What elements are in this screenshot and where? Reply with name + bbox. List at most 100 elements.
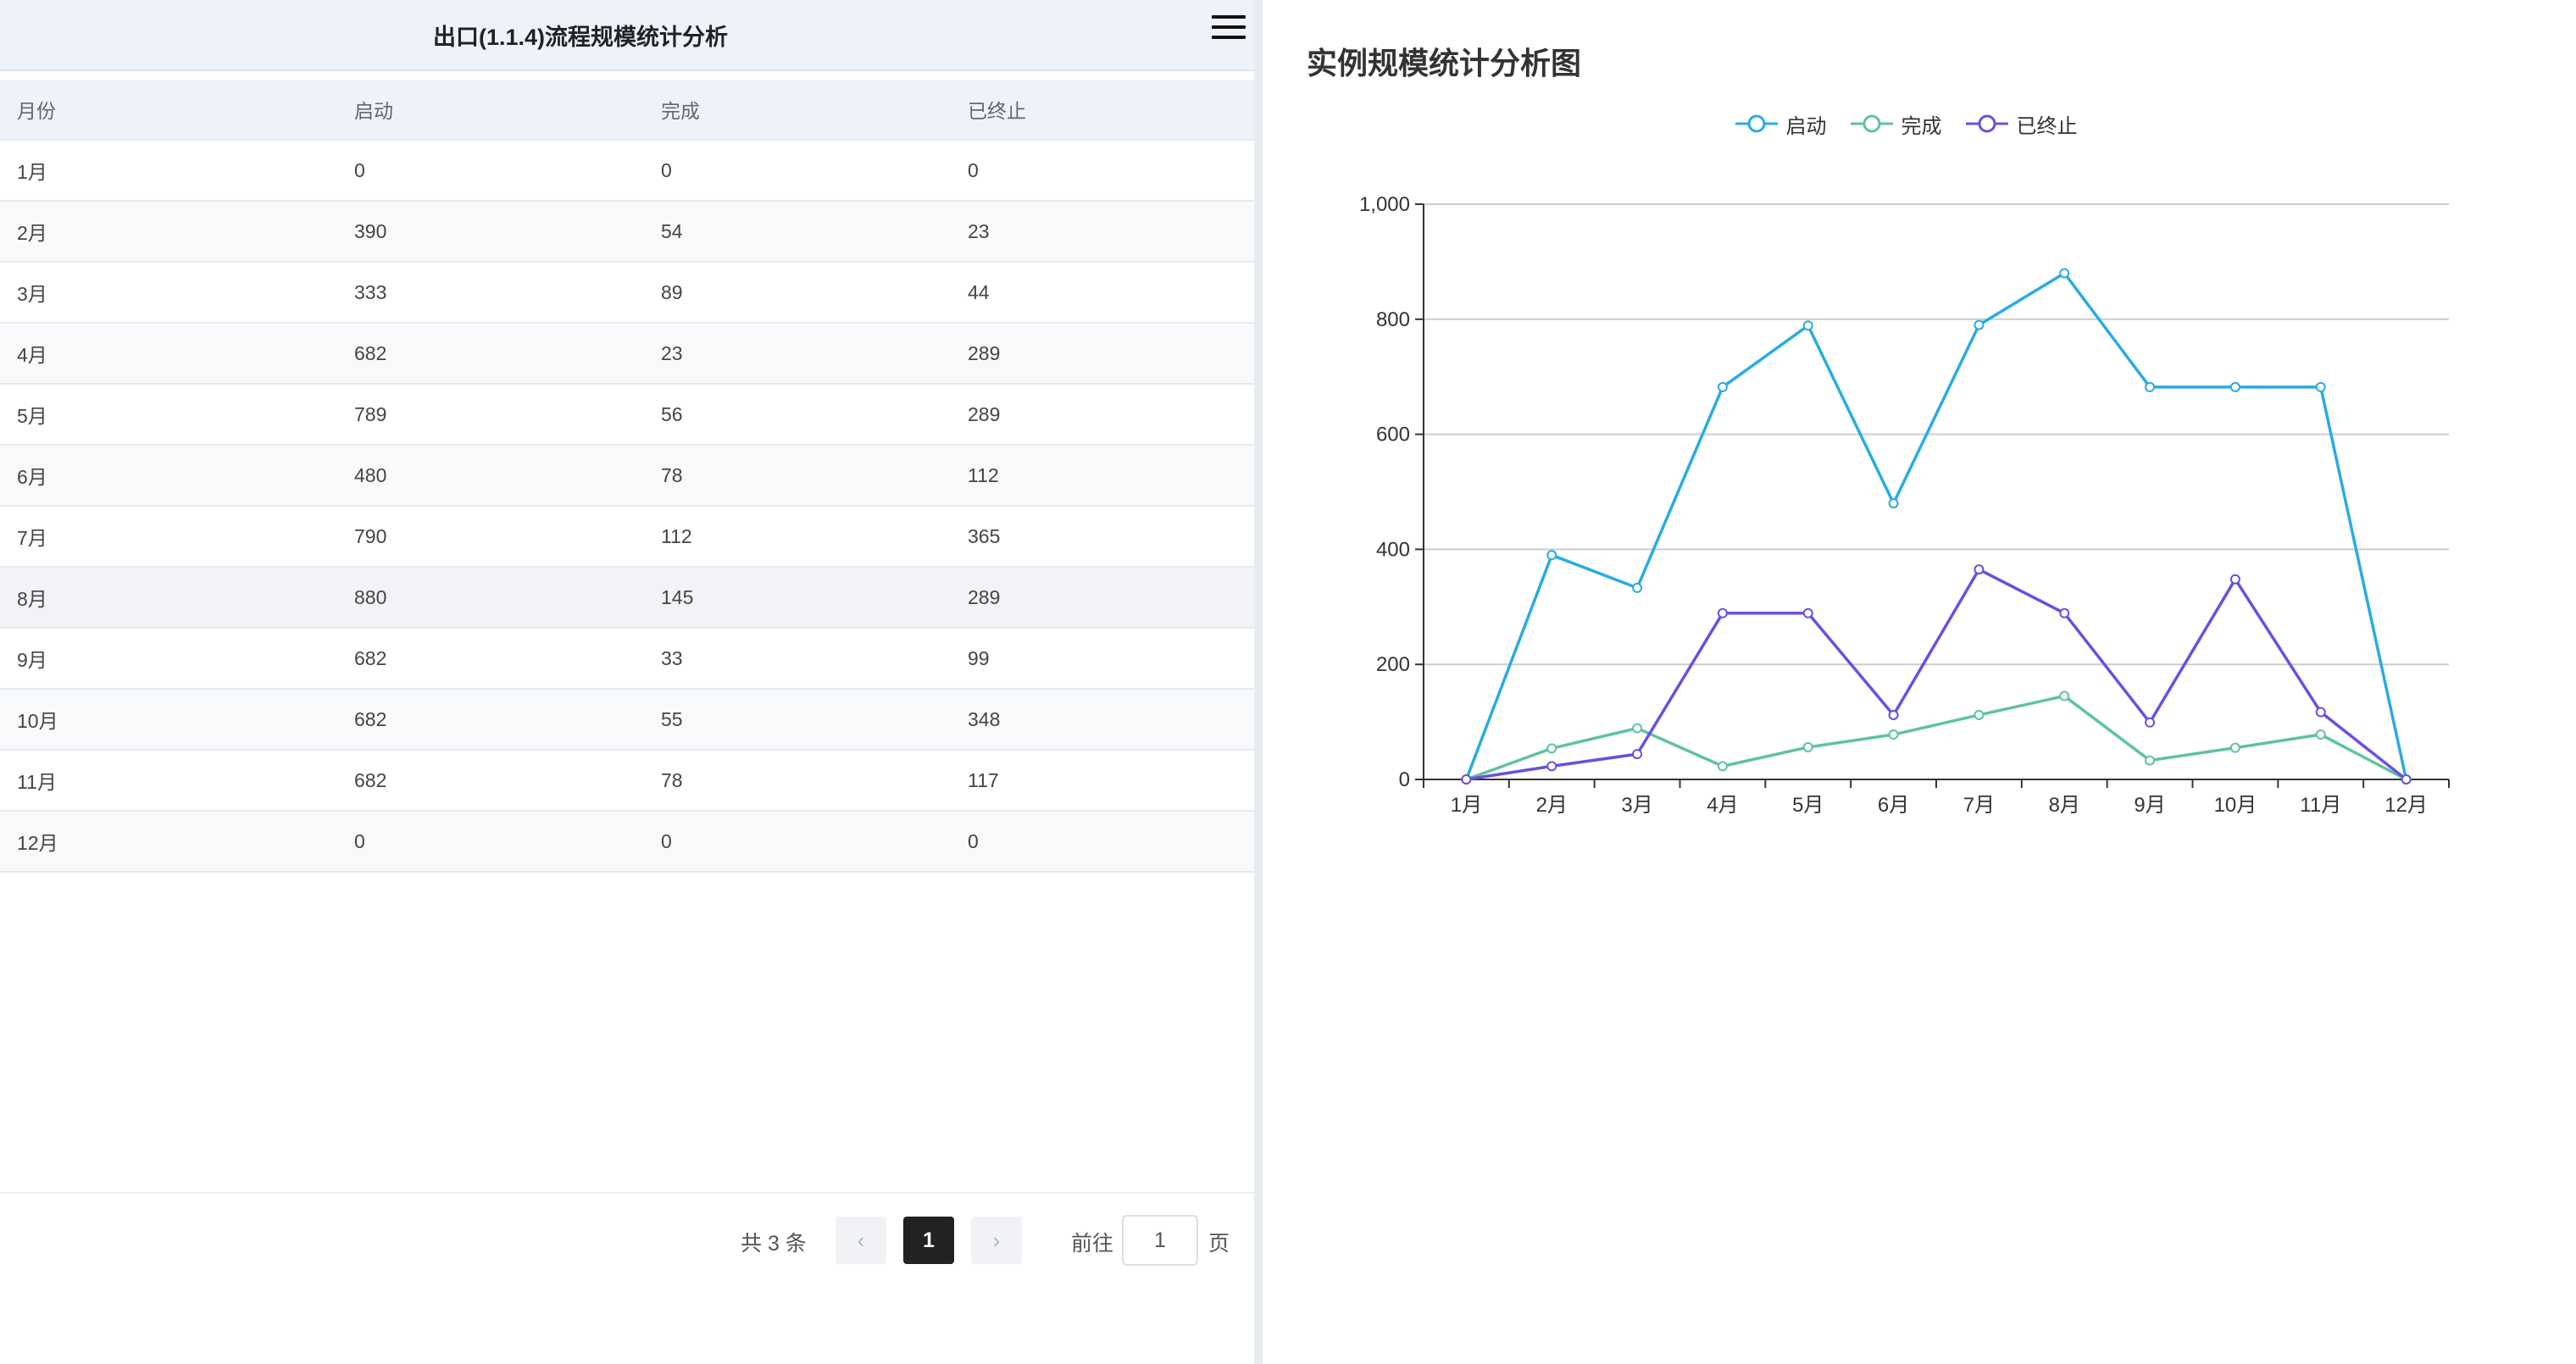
table-cell: 790: [354, 524, 387, 547]
data-point: [1632, 749, 1643, 760]
prev-page-button[interactable]: ‹: [836, 1217, 886, 1264]
table-row[interactable]: 5月 789 56 289: [0, 385, 1254, 446]
table-cell: 789: [354, 402, 387, 425]
data-point: [1974, 709, 1985, 720]
pagination-total: 共 3 条: [741, 1232, 807, 1256]
table-cell: 289: [968, 341, 1001, 364]
data-point: [2059, 607, 2070, 618]
x-tick-label: 7月: [1963, 794, 1995, 817]
table-row[interactable]: 10月 682 55 348: [0, 690, 1254, 751]
series-line-0: [1464, 271, 2408, 780]
table-row[interactable]: 2月 390 54 23: [0, 202, 1254, 263]
table-cell: 89: [661, 280, 683, 303]
x-tick-label: 8月: [2049, 794, 2080, 817]
x-tick-label: 2月: [1536, 794, 1568, 817]
data-point: [1974, 319, 1985, 330]
table-cell: 112: [968, 463, 999, 486]
series-line-2: [1466, 568, 2407, 781]
table-cell: 5月: [17, 405, 47, 427]
table-cell: 682: [354, 707, 387, 730]
x-tick-label: 3月: [1621, 794, 1652, 817]
y-tick-label: 600: [1376, 424, 1410, 446]
y-tick-label: 800: [1376, 308, 1410, 331]
table-cell: 99: [968, 646, 990, 669]
table-row[interactable]: 12月 0 0 0: [0, 812, 1254, 873]
data-point: [1888, 709, 1899, 720]
table-cell: 11月: [17, 771, 57, 793]
data-point: [2315, 707, 2326, 718]
data-point: [1717, 607, 1728, 618]
data-point: [1717, 761, 1728, 772]
column-header-completed[interactable]: 完成: [644, 95, 951, 124]
table-row[interactable]: 11月 682 78 117: [0, 751, 1254, 812]
goto-page-input[interactable]: [1122, 1215, 1198, 1266]
table-cell: 480: [354, 463, 387, 486]
table-cell: 289: [968, 402, 1001, 425]
page-number-button[interactable]: 1: [903, 1217, 954, 1264]
table-row[interactable]: 3月 333 89 44: [0, 263, 1254, 324]
data-point: [2059, 690, 2070, 701]
data-point: [1717, 381, 1728, 392]
table-cell: 0: [968, 829, 979, 852]
series-line-1: [1465, 694, 2407, 781]
data-point: [1888, 498, 1899, 509]
y-tick-label: 0: [1399, 768, 1410, 791]
next-page-button[interactable]: ›: [971, 1217, 1022, 1264]
chevron-left-icon: ‹: [857, 1227, 865, 1253]
column-header-month[interactable]: 月份: [0, 95, 337, 124]
data-point: [2401, 774, 2412, 785]
x-tick-label: 6月: [1878, 794, 1909, 817]
table-row[interactable]: 9月 682 33 99: [0, 629, 1254, 690]
statistics-table: 月份 启动 完成 已终止 1月 0 0 0 2月 390 54 23 3月 333 89 44 4月 68…: [0, 80, 1254, 873]
table-cell: 0: [661, 829, 672, 852]
data-point: [2145, 381, 2156, 392]
data-point: [1974, 564, 1985, 575]
table-cell: 145: [661, 585, 694, 608]
data-point: [1802, 320, 1813, 331]
data-point: [1546, 761, 1557, 772]
table-row[interactable]: 1月 0 0 0: [0, 141, 1254, 202]
hamburger-menu-icon[interactable]: [1212, 15, 1246, 41]
data-point: [1802, 741, 1813, 752]
data-point: [1546, 743, 1557, 754]
table-cell: 23: [661, 341, 683, 364]
table-cell: 8月: [17, 588, 47, 610]
table-cell: 117: [968, 768, 999, 791]
table-cell: 2月: [17, 222, 47, 244]
table-row[interactable]: 6月 480 78 112: [0, 446, 1254, 507]
table-cell: 55: [661, 707, 683, 730]
table-cell: 289: [968, 585, 1001, 608]
y-tick-label: 1,000: [1359, 193, 1410, 216]
table-row[interactable]: 7月 790 112 365: [0, 507, 1254, 568]
column-header-terminated[interactable]: 已终止: [951, 95, 1254, 124]
data-point: [2229, 381, 2240, 392]
table-cell: 4月: [17, 344, 47, 366]
panel-divider[interactable]: [1254, 0, 1263, 1364]
table-row[interactable]: 8月 880 145 289: [0, 568, 1254, 629]
chevron-right-icon: ›: [992, 1227, 1001, 1253]
app-root: 出口(1.1.4)流程规模统计分析 月份 启动 完成 已终止 1月 0 0 0 2月 39…: [0, 0, 2576, 1364]
table-cell: 348: [968, 707, 1001, 730]
x-tick-label: 1月: [1451, 794, 1482, 817]
data-point: [2059, 268, 2070, 279]
x-tick-label: 4月: [1707, 794, 1738, 817]
table-cell: 3月: [17, 283, 47, 305]
data-point: [1546, 550, 1557, 561]
table-cell: 333: [354, 280, 387, 303]
table-cell: 0: [661, 158, 672, 181]
table-cell: 6月: [17, 466, 47, 488]
panel-title: 出口(1.1.4)流程规模统计分析: [432, 24, 729, 50]
table-cell: 682: [354, 768, 387, 791]
data-point: [1632, 582, 1643, 593]
table-cell: 0: [354, 158, 365, 181]
column-header-started[interactable]: 启动: [337, 95, 644, 124]
table-row[interactable]: 4月 682 23 289: [0, 324, 1254, 385]
table-cell: 78: [661, 768, 683, 791]
table-cell: 78: [661, 463, 683, 486]
goto-label: 前往: [1071, 1232, 1114, 1256]
table-cell: 10月: [17, 710, 58, 732]
x-tick-label: 12月: [2384, 794, 2428, 817]
table-cell: 365: [968, 524, 1001, 547]
data-point: [2145, 717, 2156, 728]
table-cell: 682: [354, 646, 387, 669]
